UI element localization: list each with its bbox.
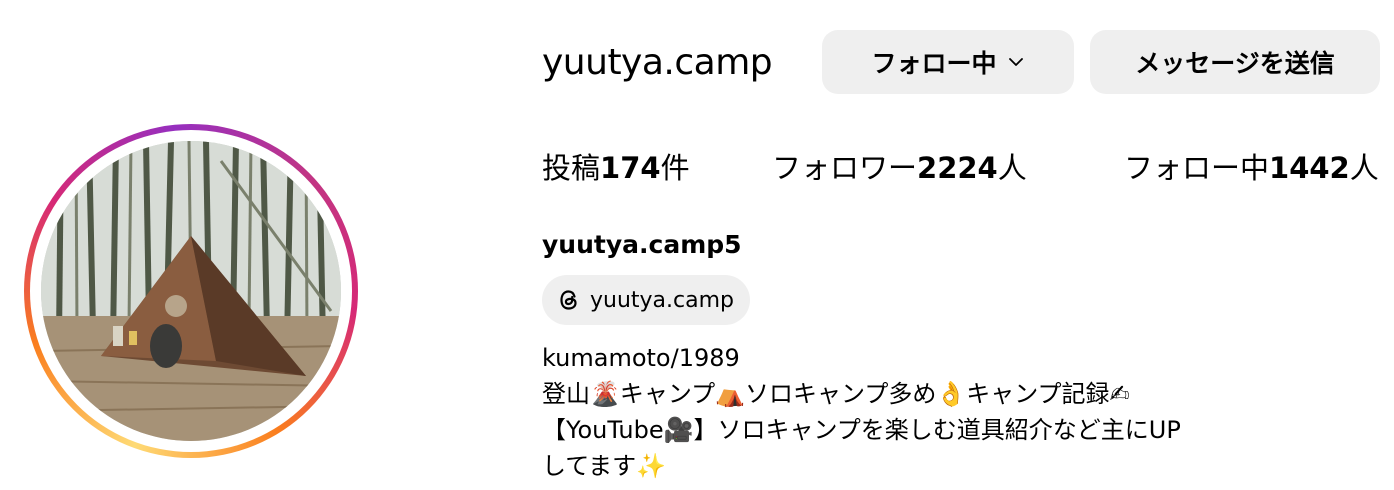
username: yuutya.camp (542, 42, 773, 83)
posts-label: 投稿 (542, 151, 601, 185)
threads-icon (556, 287, 582, 313)
bio: kumamoto/1989 登山🌋キャンプ⛺ソロキャンプ多め👌キャンプ記録✍ 【… (542, 340, 1181, 484)
following-number: 1442 (1269, 151, 1350, 185)
threads-handle: yuutya.camp (590, 287, 734, 313)
avatar-ring-gap (30, 130, 352, 452)
following-button-label: フォロー中 (871, 49, 997, 78)
posts-count: 投稿174件 (542, 148, 690, 188)
avatar-image (41, 141, 341, 441)
message-button[interactable]: メッセージを送信 (1090, 30, 1380, 94)
bio-line: してます✨ (542, 452, 666, 480)
full-name: yuutya.camp5 (542, 230, 742, 259)
following-link[interactable]: フォロー中1442人 (1124, 148, 1379, 188)
posts-number: 174 (600, 151, 661, 185)
avatar[interactable] (41, 141, 341, 441)
following-label: フォロー中 (1124, 151, 1270, 185)
followers-label: フォロワー (772, 151, 918, 185)
bio-line: kumamoto/1989 (542, 344, 740, 372)
message-button-label: メッセージを送信 (1135, 49, 1335, 78)
threads-link[interactable]: yuutya.camp (542, 275, 750, 325)
bio-line: 【YouTube🎥】ソロキャンプを楽しむ道具紹介など主にUP (542, 416, 1181, 444)
followers-link[interactable]: フォロワー2224人 (772, 148, 1027, 188)
story-ring[interactable] (24, 124, 358, 458)
followers-unit: 人 (997, 151, 1027, 185)
chevron-down-icon (1007, 53, 1025, 71)
bio-line: 登山🌋キャンプ⛺ソロキャンプ多め👌キャンプ記録✍ (542, 380, 1130, 408)
following-unit: 人 (1349, 151, 1379, 185)
following-button[interactable]: フォロー中 (822, 30, 1074, 94)
profile-header: yuutya.camp フォロー中 メッセージを送信 投稿174件 フォロワー2… (0, 0, 1394, 490)
followers-number: 2224 (917, 151, 998, 185)
posts-unit: 件 (660, 151, 690, 185)
